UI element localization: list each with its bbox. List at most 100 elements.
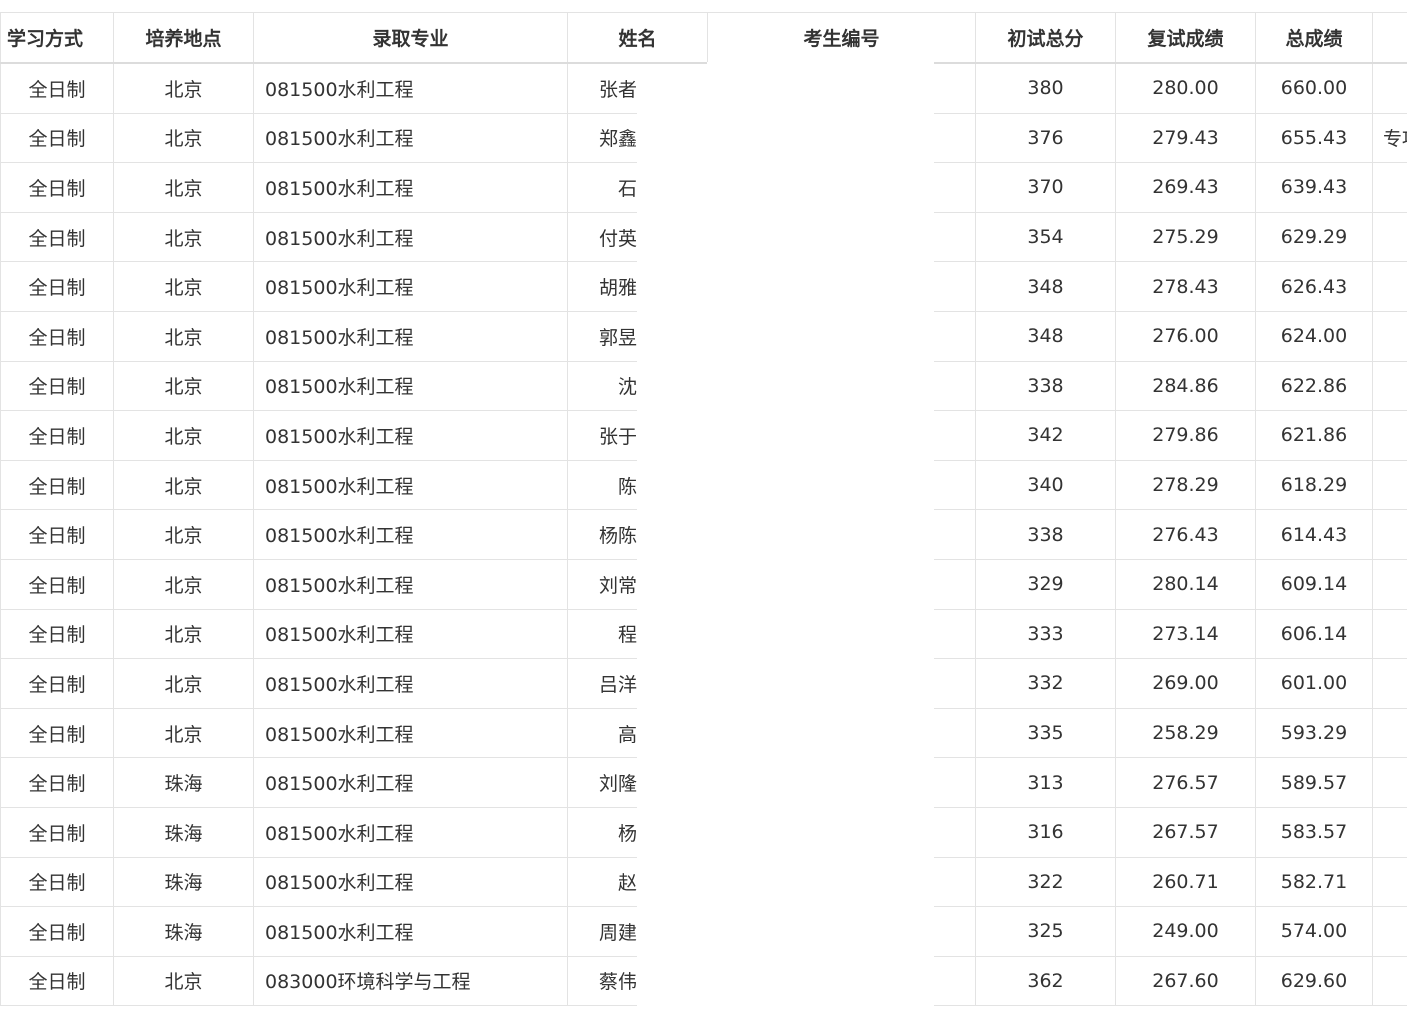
cell-major: 081500水利工程 <box>253 261 568 312</box>
cell-total-score: 593.29 <box>1255 707 1373 759</box>
cell-note <box>1372 707 1407 759</box>
header-note <box>1372 12 1407 64</box>
cell-note <box>1372 558 1407 610</box>
cell-location: 北京 <box>113 211 254 263</box>
cell-total-score: 583.57 <box>1255 806 1373 858</box>
redaction-mask <box>637 76 934 1031</box>
cell-prelim-total: 342 <box>975 410 1116 461</box>
cell-location: 北京 <box>113 955 254 1007</box>
cell-retest-score: 267.60 <box>1115 955 1256 1007</box>
cell-retest-score: 269.00 <box>1115 658 1256 709</box>
cell-location: 北京 <box>113 410 254 461</box>
cell-retest-score: 279.86 <box>1115 410 1256 461</box>
cell-major: 081500水利工程 <box>253 211 568 263</box>
cell-study-mode: 全日制 <box>0 211 114 263</box>
cell-study-mode: 全日制 <box>0 806 114 858</box>
cell-major: 081500水利工程 <box>253 906 568 957</box>
cell-note <box>1372 360 1407 412</box>
cell-prelim-total: 316 <box>975 806 1116 858</box>
cell-study-mode: 全日制 <box>0 707 114 759</box>
cell-retest-score: 275.29 <box>1115 211 1256 263</box>
cell-study-mode: 全日制 <box>0 360 114 412</box>
header-retest-score: 复试成绩 <box>1115 12 1256 64</box>
cell-major: 081500水利工程 <box>253 360 568 412</box>
cell-location: 珠海 <box>113 806 254 858</box>
cell-location: 北京 <box>113 360 254 412</box>
header-major: 录取专业 <box>253 12 568 64</box>
cell-location: 珠海 <box>113 757 254 808</box>
cell-total-score: 574.00 <box>1255 906 1373 957</box>
cell-major: 081500水利工程 <box>253 112 568 164</box>
cell-prelim-total: 325 <box>975 906 1116 957</box>
cell-location: 北京 <box>113 558 254 610</box>
cell-retest-score: 269.43 <box>1115 162 1256 213</box>
cell-study-mode: 全日制 <box>0 459 114 511</box>
cell-prelim-total: 332 <box>975 658 1116 709</box>
cell-retest-score: 276.57 <box>1115 757 1256 808</box>
cell-prelim-total: 362 <box>975 955 1116 1007</box>
cell-retest-score: 278.29 <box>1115 459 1256 511</box>
cell-location: 北京 <box>113 162 254 213</box>
cell-total-score: 618.29 <box>1255 459 1373 511</box>
cell-major: 081500水利工程 <box>253 806 568 858</box>
cell-study-mode: 全日制 <box>0 112 114 164</box>
cell-note <box>1372 459 1407 511</box>
cell-retest-score: 280.00 <box>1115 62 1256 114</box>
cell-total-score: 609.14 <box>1255 558 1373 610</box>
cell-retest-score: 267.57 <box>1115 806 1256 858</box>
cell-retest-score: 273.14 <box>1115 608 1256 660</box>
cell-note <box>1372 211 1407 263</box>
cell-major: 081500水利工程 <box>253 459 568 511</box>
header-total-score: 总成绩 <box>1255 12 1373 64</box>
cell-major: 081500水利工程 <box>253 410 568 461</box>
cell-total-score: 606.14 <box>1255 608 1373 660</box>
cell-major: 081500水利工程 <box>253 509 568 560</box>
cell-retest-score: 280.14 <box>1115 558 1256 610</box>
cell-retest-score: 284.86 <box>1115 360 1256 412</box>
cell-prelim-total: 376 <box>975 112 1116 164</box>
header-prelim-total: 初试总分 <box>975 12 1116 64</box>
cell-prelim-total: 335 <box>975 707 1116 759</box>
cell-retest-score: 276.43 <box>1115 509 1256 560</box>
cell-prelim-total: 348 <box>975 310 1116 362</box>
cell-study-mode: 全日制 <box>0 906 114 957</box>
cell-prelim-total: 338 <box>975 360 1116 412</box>
cell-retest-score: 249.00 <box>1115 906 1256 957</box>
header-name: 姓名 <box>567 12 708 64</box>
cell-location: 北京 <box>113 658 254 709</box>
cell-total-score: 624.00 <box>1255 310 1373 362</box>
cell-note: 专项 <box>1372 112 1407 164</box>
cell-prelim-total: 340 <box>975 459 1116 511</box>
cell-major: 081500水利工程 <box>253 707 568 759</box>
cell-note <box>1372 310 1407 362</box>
cell-major: 081500水利工程 <box>253 757 568 808</box>
cell-retest-score: 279.43 <box>1115 112 1256 164</box>
cell-total-score: 626.43 <box>1255 261 1373 312</box>
cell-location: 北京 <box>113 608 254 660</box>
cell-total-score: 639.43 <box>1255 162 1373 213</box>
cell-note <box>1372 806 1407 858</box>
cell-major: 081500水利工程 <box>253 62 568 114</box>
cell-study-mode: 全日制 <box>0 162 114 213</box>
cell-study-mode: 全日制 <box>0 62 114 114</box>
cell-retest-score: 258.29 <box>1115 707 1256 759</box>
cell-note <box>1372 856 1407 908</box>
cell-note <box>1372 955 1407 1007</box>
cell-location: 北京 <box>113 509 254 560</box>
cell-retest-score: 278.43 <box>1115 261 1256 312</box>
cell-major: 081500水利工程 <box>253 162 568 213</box>
cell-prelim-total: 329 <box>975 558 1116 610</box>
cell-major: 081500水利工程 <box>253 558 568 610</box>
cell-retest-score: 276.00 <box>1115 310 1256 362</box>
cell-location: 北京 <box>113 62 254 114</box>
cell-study-mode: 全日制 <box>0 410 114 461</box>
cell-total-score: 621.86 <box>1255 410 1373 461</box>
cell-study-mode: 全日制 <box>0 261 114 312</box>
cell-study-mode: 全日制 <box>0 310 114 362</box>
cell-study-mode: 全日制 <box>0 509 114 560</box>
cell-prelim-total: 348 <box>975 261 1116 312</box>
cell-note <box>1372 658 1407 709</box>
cell-location: 珠海 <box>113 906 254 957</box>
cell-retest-score: 260.71 <box>1115 856 1256 908</box>
cell-major: 081500水利工程 <box>253 608 568 660</box>
